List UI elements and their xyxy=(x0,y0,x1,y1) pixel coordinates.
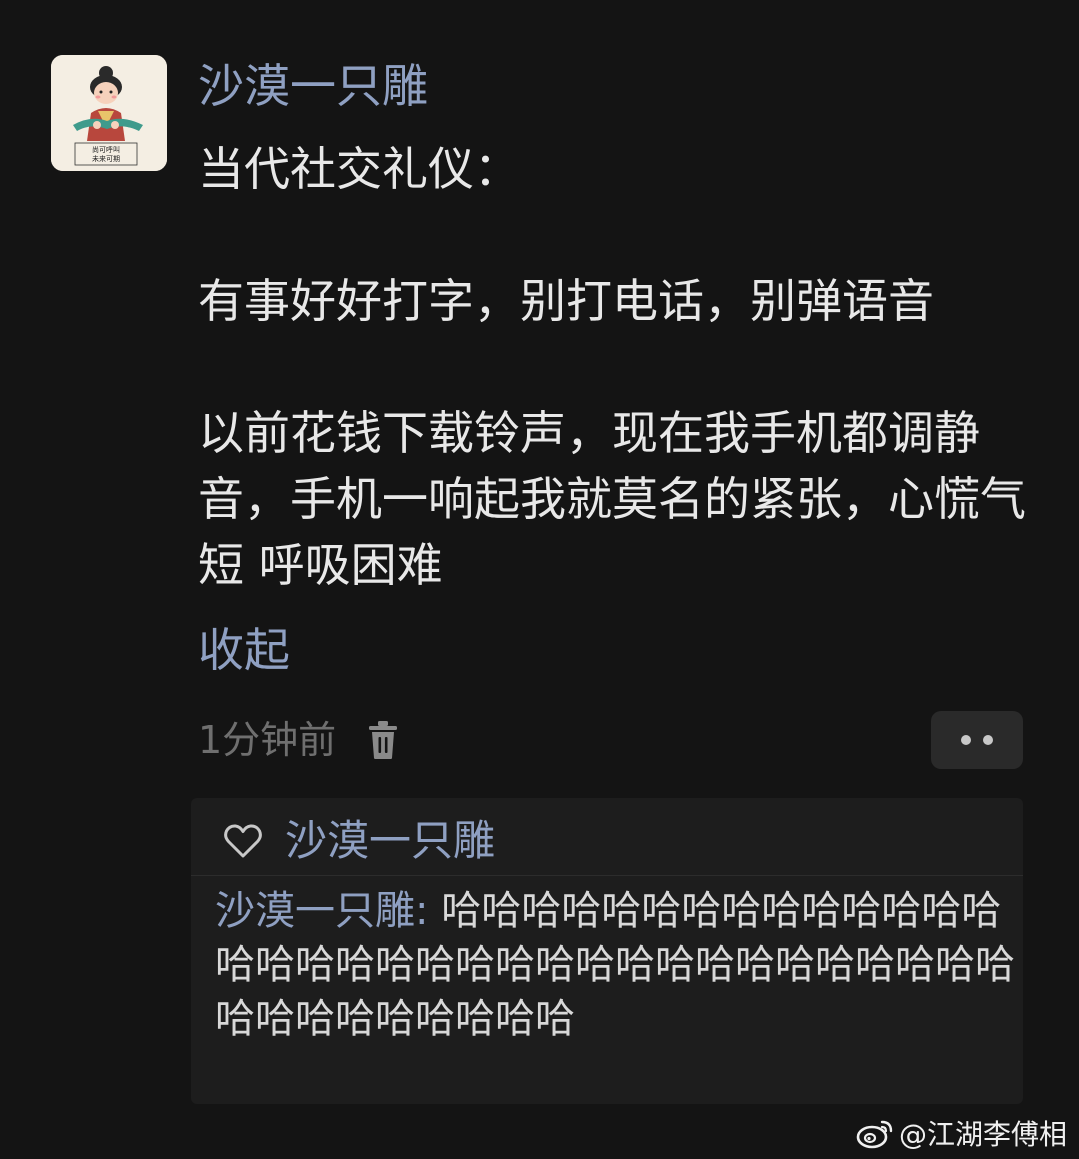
comment-separator: : xyxy=(415,888,442,934)
post-meta-row: 1分钟前 xyxy=(198,714,400,766)
post-paragraph: 有事好好打字，别打电话，别弹语音 xyxy=(198,274,934,328)
liked-by-name[interactable]: 沙漠一只雕 xyxy=(285,812,495,870)
post-timestamp: 1分钟前 xyxy=(198,718,337,762)
interaction-panel: 沙漠一只雕 沙漠一只雕: 哈哈哈哈哈哈哈哈哈哈哈哈哈哈哈哈哈哈哈哈哈哈哈哈哈哈哈… xyxy=(191,798,1023,1104)
comment-author[interactable]: 沙漠一只雕 xyxy=(215,888,415,934)
more-dots-icon xyxy=(983,735,993,745)
post-paragraph: 当代社交礼仪： xyxy=(198,142,520,196)
trash-icon[interactable] xyxy=(366,720,400,760)
weibo-logo-icon xyxy=(856,1120,893,1149)
avatar[interactable]: 尚可呼叫 未来可期 xyxy=(51,55,167,171)
more-options-button[interactable] xyxy=(931,711,1023,769)
collapse-link[interactable]: 收起 xyxy=(198,620,290,680)
heart-outline-icon[interactable] xyxy=(223,823,263,859)
likes-row: 沙漠一只雕 xyxy=(223,812,495,870)
avatar-caption-line2: 未来可期 xyxy=(92,154,120,163)
post-author-name[interactable]: 沙漠一只雕 xyxy=(198,56,428,116)
comment-item[interactable]: 沙漠一只雕: 哈哈哈哈哈哈哈哈哈哈哈哈哈哈哈哈哈哈哈哈哈哈哈哈哈哈哈哈哈哈哈哈哈… xyxy=(215,884,1015,1046)
post-paragraph: 以前花钱下载铃声，现在我手机都调静音，手机一响起我就莫名的紧张，心慌气短 呼吸困… xyxy=(198,406,1026,592)
avatar-caption-line1: 尚可呼叫 xyxy=(92,145,120,154)
post-body: 当代社交礼仪： 有事好好打字，别打电话，别弹语音 以前花钱下载铃声，现在我手机都… xyxy=(198,136,1028,598)
watermark: @江湖李傅相 xyxy=(855,1112,1067,1154)
more-dots-icon xyxy=(961,735,971,745)
avatar-illustration: 尚可呼叫 未来可期 xyxy=(51,55,167,171)
watermark-handle: @江湖李傅相 xyxy=(898,1118,1067,1151)
panel-divider xyxy=(191,875,1023,876)
